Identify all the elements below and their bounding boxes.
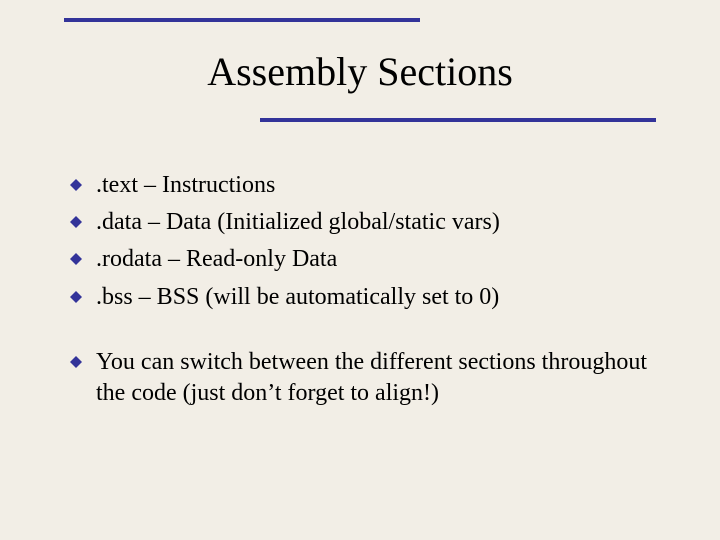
divider-bottom <box>260 118 656 122</box>
diamond-bullet-icon <box>70 356 82 368</box>
slide-body: .text – Instructions .data – Data (Initi… <box>70 170 660 415</box>
bullet-text: .text – Instructions <box>96 170 275 201</box>
bullet-text: .data – Data (Initialized global/static … <box>96 207 500 238</box>
diamond-bullet-icon <box>70 179 82 191</box>
divider-top <box>64 18 420 22</box>
list-item: .rodata – Read-only Data <box>70 244 660 275</box>
bullet-text: .rodata – Read-only Data <box>96 244 337 275</box>
diamond-bullet-icon <box>70 216 82 228</box>
diamond-bullet-icon <box>70 291 82 303</box>
slide-title: Assembly Sections <box>0 48 720 95</box>
diamond-bullet-icon <box>70 253 82 265</box>
title-wrap: Assembly Sections <box>0 48 720 95</box>
bullet-text: .bss – BSS (will be automatically set to… <box>96 282 499 313</box>
list-item: You can switch between the different sec… <box>70 347 660 409</box>
slide: Assembly Sections .text – Instructions .… <box>0 0 720 540</box>
spacer <box>70 319 660 347</box>
list-item: .text – Instructions <box>70 170 660 201</box>
list-item: .data – Data (Initialized global/static … <box>70 207 660 238</box>
bullet-text: You can switch between the different sec… <box>96 347 660 409</box>
list-item: .bss – BSS (will be automatically set to… <box>70 282 660 313</box>
